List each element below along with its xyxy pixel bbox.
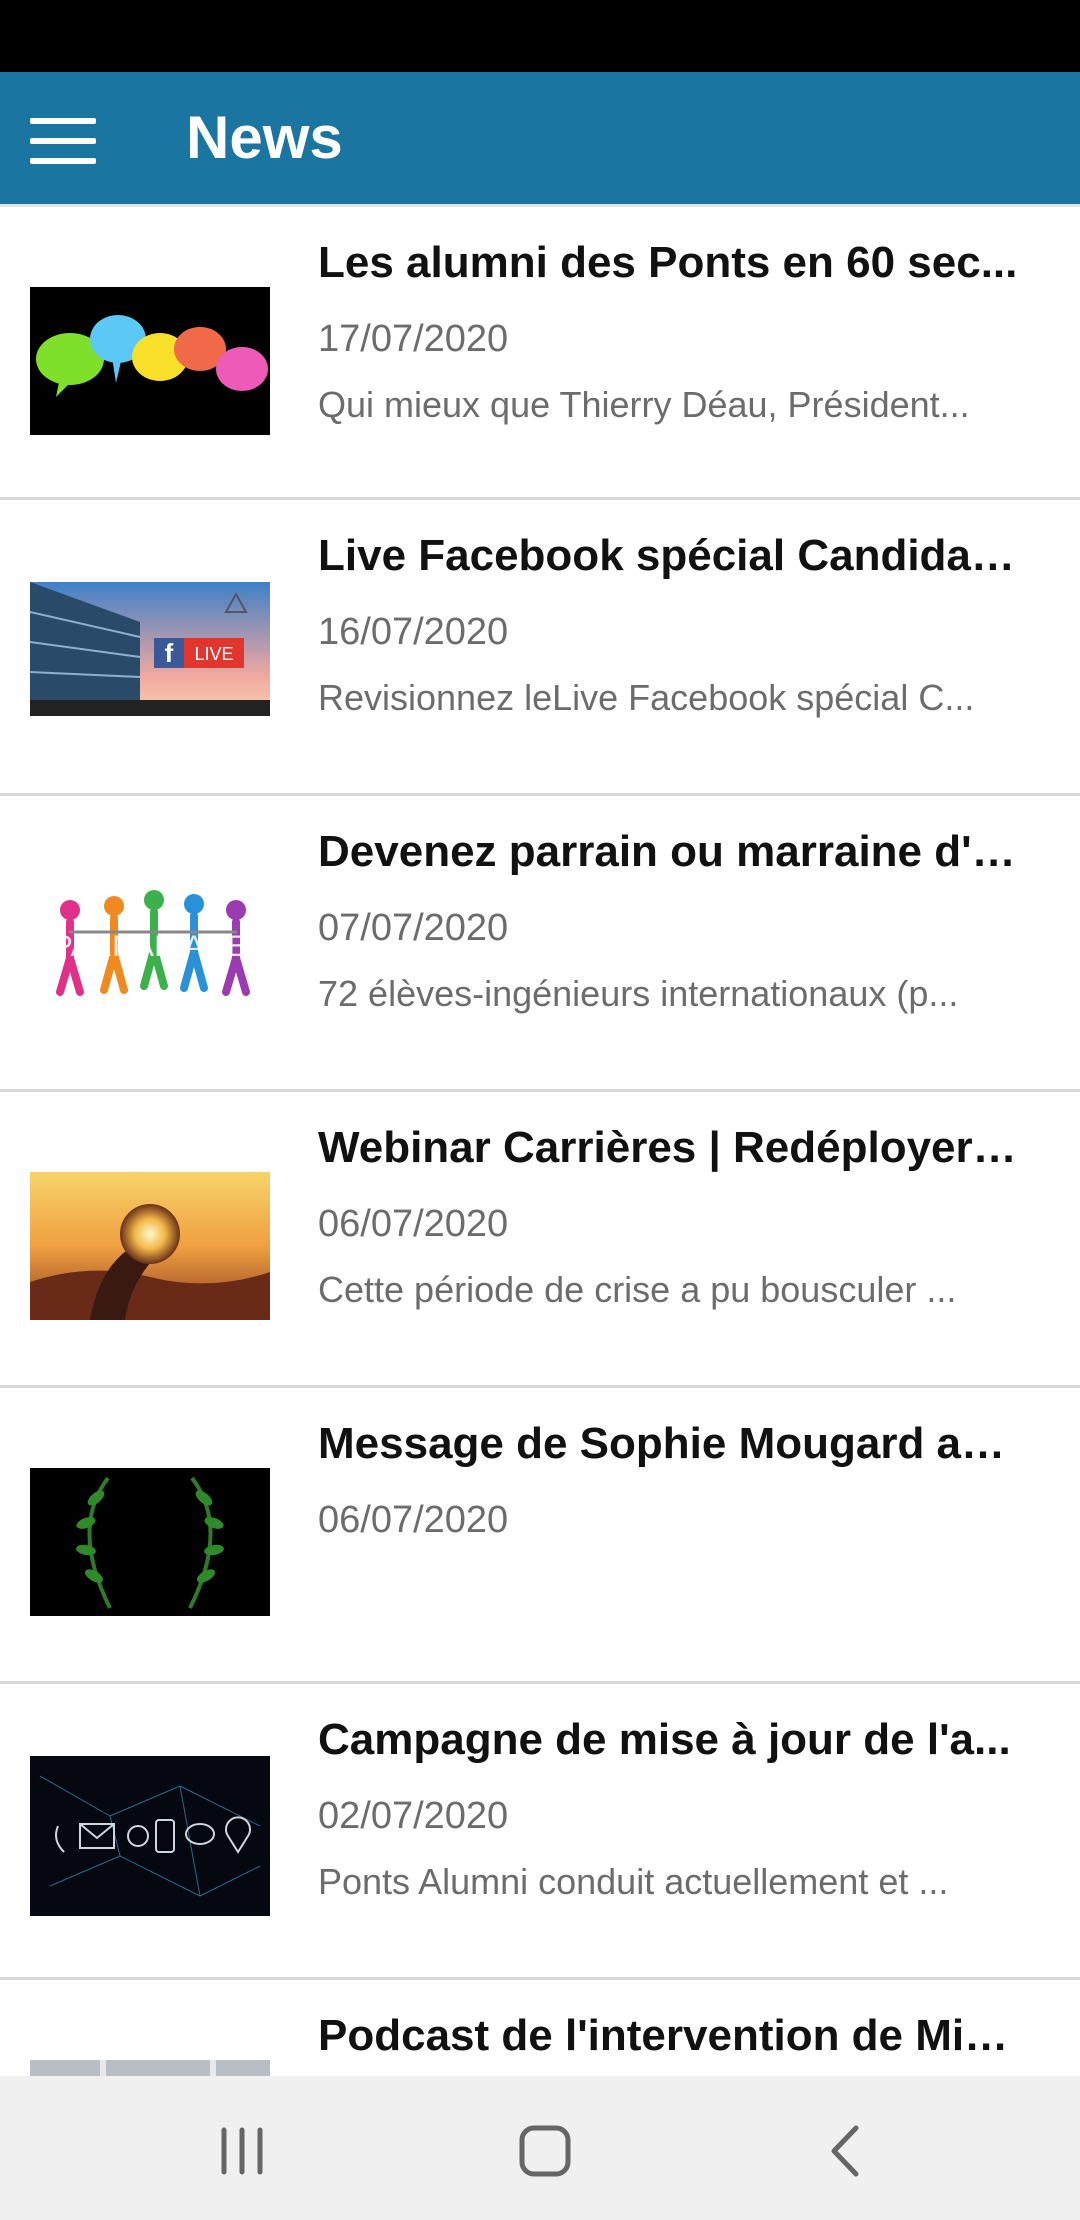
app-bar: News [0,72,1080,204]
contact-network-thumbnail [30,1756,270,1916]
news-item[interactable]: f LIVE Live Facebook spécial Candidat...… [0,500,1080,796]
news-date: 02/07/2020 [318,1795,509,1837]
news-item[interactable]: Podcast de l'intervention de Mic... [0,1980,1080,2076]
svg-text:LIVE: LIVE [194,644,233,664]
news-description: Cette période de crise a pu bousculer ..… [318,1269,957,1310]
news-title: Podcast de l'intervention de Mic... [318,2011,1018,2060]
svg-text:PARRAINAGE: PARRAINAGE [53,930,248,963]
news-date: 17/07/2020 [318,318,509,360]
news-title: Live Facebook spécial Candidat... [318,531,1018,580]
news-description: Ponts Alumni conduit actuellement et ... [318,1861,949,1902]
news-title: Message de Sophie Mougard au... [318,1419,1018,1468]
news-description: Qui mieux que Thierry Déau, Président... [318,384,970,425]
news-item[interactable]: Les alumni des Ponts en 60 sec... 17/07/… [0,204,1080,500]
news-description: Revisionnez leLive Facebook spécial C... [318,677,975,718]
news-date: 06/07/2020 [318,1203,509,1245]
news-date: 06/07/2020 [318,1499,509,1541]
podcast-thumbnail [30,2060,270,2076]
news-title: Webinar Carrières | Redéployer ... [318,1123,1018,1172]
svg-text:f: f [165,638,174,668]
news-list[interactable]: Les alumni des Ponts en 60 sec... 17/07/… [0,204,1080,2076]
back-icon[interactable] [786,2106,906,2196]
page-title: News [186,104,343,171]
news-item[interactable]: Message de Sophie Mougard au... 06/07/20… [0,1388,1080,1684]
status-bar [0,0,1080,72]
news-date: 07/07/2020 [318,907,509,949]
news-title: Les alumni des Ponts en 60 sec... [318,238,1018,287]
news-item[interactable]: PARRAINAGE Devenez parrain ou marraine d… [0,796,1080,1092]
home-icon[interactable] [484,2106,604,2196]
facebook-live-thumbnail: f LIVE [30,582,270,716]
news-description: 72 élèves-ingénieurs internationaux (p..… [318,973,959,1014]
laurel-wreath-thumbnail [30,1468,270,1616]
news-date: 16/07/2020 [318,611,509,653]
news-title: Devenez parrain ou marraine d'u... [318,827,1018,876]
hamburger-menu-icon[interactable] [30,118,96,164]
news-item[interactable]: Campagne de mise à jour de l'a... 02/07/… [0,1684,1080,1980]
parrainage-people-thumbnail: PARRAINAGE [30,886,270,1002]
recent-apps-icon[interactable] [182,2106,302,2196]
news-title: Campagne de mise à jour de l'a... [318,1715,1011,1764]
crystal-ball-sunset-thumbnail [30,1172,270,1320]
system-navigation-bar [0,2076,1080,2220]
news-item[interactable]: Webinar Carrières | Redéployer ... 06/07… [0,1092,1080,1388]
speech-bubbles-thumbnail [30,287,270,435]
